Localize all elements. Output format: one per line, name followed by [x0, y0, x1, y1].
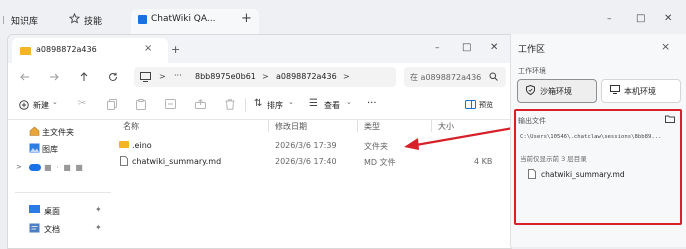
column-header-name[interactable]: 名称 [123, 121, 139, 132]
workspace-close-button[interactable]: × [661, 40, 670, 53]
file-type: MD 文件 [364, 158, 396, 167]
file-type: 文件夹 [364, 142, 388, 151]
column-divider [357, 120, 358, 132]
output-highlight-box [514, 109, 682, 225]
back-arrow-icon[interactable] [20, 72, 30, 82]
preview-pane-icon [465, 100, 476, 109]
folder-icon [20, 47, 31, 55]
preview-button[interactable]: 预览 [479, 100, 493, 110]
breadcrumb-more[interactable]: ··· [174, 71, 182, 80]
tab-separator: | [2, 15, 5, 24]
pin-icon[interactable]: ✦ [95, 223, 102, 232]
workspace-title: 工作区 [518, 45, 546, 55]
chatwiki-favicon-icon [138, 15, 147, 24]
output-file-item[interactable]: chatwiki_summary.md [541, 170, 625, 179]
view-icon: ☰ [309, 98, 318, 109]
column-header-modified[interactable]: 修改日期 [275, 121, 307, 132]
levels-hint: 当前仅显示前 3 层目录 [520, 155, 587, 163]
sidebar-divider [15, 192, 111, 193]
new-plus-icon [19, 100, 29, 110]
sidebar-item-cloud[interactable]: ■ · ■ ■ [44, 163, 84, 172]
shield-icon [526, 85, 535, 95]
copy-icon[interactable] [107, 99, 117, 110]
open-folder-icon[interactable] [665, 115, 675, 123]
env-label: 工作环境 [518, 67, 546, 75]
home-icon [29, 126, 40, 136]
sort-button[interactable]: 排序 [267, 100, 283, 111]
breadcrumb-separator-1: > [262, 72, 269, 81]
file-name: .eino [132, 141, 152, 150]
share-icon[interactable] [195, 99, 206, 109]
sort-chevron-icon: ⌄ [288, 98, 294, 106]
breadcrumb-separator-2: > [343, 72, 350, 81]
output-files-label: 输出文件 [518, 117, 546, 125]
paste-icon[interactable] [136, 99, 146, 110]
sidebar-item-gallery[interactable]: 图库 [42, 144, 58, 155]
explorer-minimize-button[interactable]: – [435, 43, 440, 53]
cloud-icon [29, 164, 41, 171]
documents-icon [29, 223, 40, 233]
file-name: chatwiki_summary.md [132, 157, 222, 166]
sidebar-item-documents[interactable]: 文档 [44, 224, 60, 235]
minimize-button[interactable]: – [607, 14, 612, 24]
delete-icon[interactable] [225, 99, 235, 110]
column-header-type[interactable]: 类型 [364, 121, 380, 132]
search-placeholder: 在 a0898872a436 [410, 73, 482, 82]
desktop-icon [29, 205, 40, 213]
env-local-label: 本机环境 [624, 87, 656, 96]
more-options-button[interactable]: ··· [367, 98, 377, 109]
sort-icon: ⇅ [254, 98, 263, 109]
refresh-icon[interactable] [108, 72, 118, 82]
maximize-button[interactable]: □ [636, 13, 645, 24]
browser-tab-bar [0, 0, 686, 38]
breadcrumb-segment-1[interactable]: 8bb8975e0b61 [195, 72, 256, 81]
toolbar-divider [245, 98, 246, 112]
tab-chatwiki-label: ChatWiki QA... [151, 14, 216, 24]
explorer-tab-title: a0898872a436 [36, 45, 97, 54]
file-modified: 2026/3/6 17:40 [275, 157, 337, 166]
document-icon [528, 169, 536, 179]
pin-icon[interactable]: ✦ [95, 205, 102, 214]
explorer-new-tab-button[interactable]: + [171, 43, 180, 56]
monitor-icon [140, 72, 151, 82]
up-arrow-icon[interactable] [79, 72, 89, 82]
view-chevron-icon: ⌄ [346, 98, 352, 106]
red-arrow-annotation [400, 125, 515, 153]
view-button[interactable]: 查看 [324, 100, 340, 111]
tab-knowledge-base[interactable]: 知识库 [11, 14, 38, 27]
rename-icon[interactable] [165, 99, 176, 109]
search-icon[interactable] [489, 72, 498, 81]
sidebar-item-home[interactable]: 主文件夹 [42, 127, 74, 138]
env-sandbox-label: 沙箱环境 [540, 87, 572, 96]
close-window-button[interactable]: ✕ [664, 13, 672, 24]
explorer-maximize-button[interactable]: □ [462, 42, 471, 53]
gallery-icon [29, 143, 40, 153]
explorer-tab-close-button[interactable]: × [144, 43, 152, 54]
cut-icon[interactable]: ✂ [78, 98, 86, 109]
breadcrumb-segment-2[interactable]: a0898872a436 [276, 72, 337, 81]
document-icon [120, 156, 128, 166]
output-path: C:\Users\10546\.chatclaw\sessions\8bb89.… [520, 134, 662, 140]
folder-icon [119, 141, 129, 148]
monitor-icon [610, 85, 620, 94]
forward-arrow-icon[interactable] [49, 72, 59, 82]
star-icon [69, 13, 80, 24]
explorer-close-button[interactable]: ✕ [490, 42, 498, 53]
env-segmented-control: 沙箱环境 本机环境 [517, 79, 681, 103]
workspace-pane: 工作区 × 工作环境 沙箱环境 本机环境 输出文件 C:\Users\10546… [510, 34, 686, 247]
tab-skills[interactable]: 技能 [84, 14, 102, 27]
expand-chevron-icon[interactable]: > [16, 163, 22, 171]
breadcrumb-arrow-icon: > [159, 72, 166, 81]
new-tab-button[interactable]: + [241, 11, 252, 26]
new-dropdown-chevron-icon: ⌄ [52, 98, 58, 106]
file-size: 4 KB [474, 157, 493, 166]
column-divider [268, 120, 269, 132]
sidebar-item-desktop[interactable]: 桌面 [44, 206, 60, 217]
file-modified: 2026/3/6 17:39 [275, 141, 337, 150]
new-button[interactable]: 新建 [33, 100, 49, 111]
